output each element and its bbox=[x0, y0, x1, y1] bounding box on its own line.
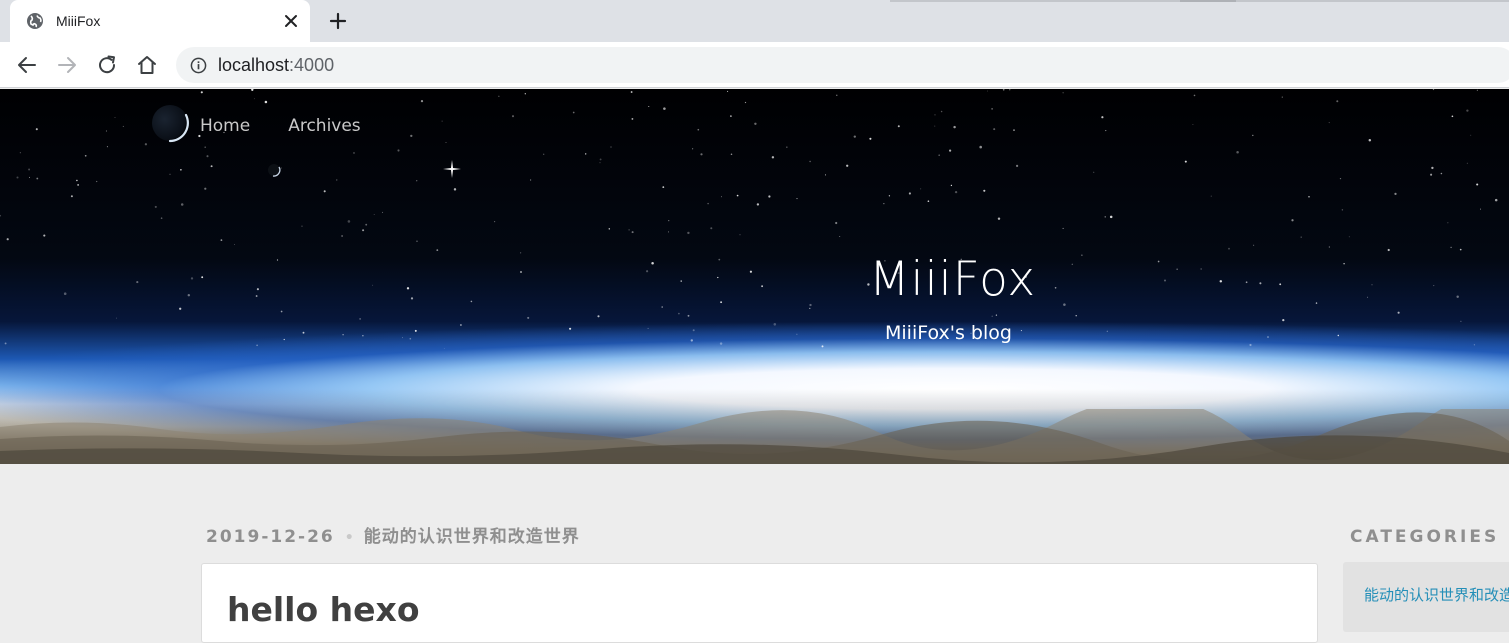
planet-logo[interactable] bbox=[150, 103, 190, 143]
arrow-left-icon[interactable] bbox=[15, 53, 39, 77]
globe-icon bbox=[27, 13, 43, 29]
reload-icon[interactable] bbox=[95, 53, 119, 77]
post-category-link[interactable]: 能动的认识世界和改造世界 bbox=[364, 527, 580, 547]
post-meta: 2019-12-26 • 能动的认识世界和改造世界 bbox=[206, 526, 580, 549]
small-moon-decoration bbox=[268, 164, 281, 177]
info-icon[interactable] bbox=[190, 57, 207, 74]
categories-widget-title: CATEGORIES bbox=[1350, 527, 1500, 547]
tab-strip-divider-accent bbox=[1180, 0, 1236, 2]
categories-widget: 能动的认识世界和改造世界 bbox=[1343, 562, 1509, 632]
close-icon[interactable] bbox=[282, 12, 300, 30]
site-header-banner: Home Archives MiiiFox MiiiFox's blog bbox=[0, 89, 1509, 464]
plus-icon[interactable] bbox=[326, 9, 350, 33]
site-title[interactable]: MiiiFox bbox=[869, 252, 1036, 308]
address-bar[interactable]: localhost:4000 bbox=[176, 47, 1509, 83]
browser-toolbar: localhost:4000 bbox=[0, 42, 1509, 88]
browser-tab-strip: MiiiFox bbox=[0, 0, 1509, 42]
post-title-link[interactable]: hello hexo bbox=[227, 590, 420, 630]
url-text[interactable]: localhost:4000 bbox=[218, 55, 334, 75]
meta-separator: • bbox=[344, 530, 354, 546]
post-date[interactable]: 2019-12-26 bbox=[206, 527, 335, 547]
site-subtitle: MiiiFox's blog bbox=[885, 322, 1012, 344]
post-card: hello hexo bbox=[201, 563, 1318, 643]
nav-home-link[interactable]: Home bbox=[200, 116, 250, 136]
arrow-right-icon[interactable] bbox=[55, 53, 79, 77]
star-sparkle-decoration bbox=[443, 160, 461, 178]
site-nav: Home Archives bbox=[200, 116, 361, 136]
nav-archives-link[interactable]: Archives bbox=[288, 116, 360, 136]
home-icon[interactable] bbox=[135, 53, 159, 77]
url-port: :4000 bbox=[289, 55, 335, 75]
earth-clouds-decoration bbox=[0, 409, 1509, 464]
browser-tab-active[interactable]: MiiiFox bbox=[10, 0, 310, 42]
category-link[interactable]: 能动的认识世界和改造世界 bbox=[1364, 585, 1509, 605]
url-host: localhost bbox=[218, 55, 290, 75]
tab-title: MiiiFox bbox=[56, 13, 101, 29]
